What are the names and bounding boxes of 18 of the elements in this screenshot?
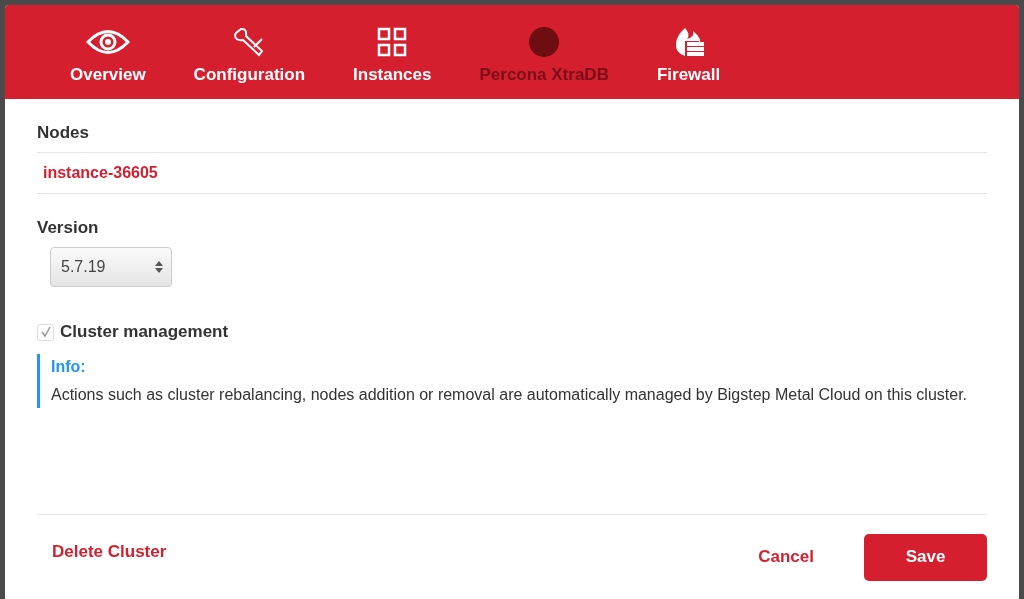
eye-icon (85, 27, 130, 57)
info-title: Info: (51, 358, 87, 376)
section-label: Nodes (37, 123, 90, 143)
info-text: Actions such as cluster rebalancing, nodes addition or removal are automatically managed by Bigstep Metal Cloud on this cluster. (51, 385, 969, 405)
tab[interactable]: Firewall (656, 5, 721, 99)
delete-button[interactable]: Delete Cluster (37, 542, 182, 562)
tab[interactable]: Instances (353, 5, 432, 99)
tab[interactable]: Configuration (193, 5, 306, 99)
stepper-icon (155, 260, 163, 274)
database-icon (529, 27, 560, 57)
version-select[interactable]: 5.7.19 (50, 247, 172, 287)
grid-icon (377, 27, 408, 57)
cancel-button[interactable]: Cancel (738, 547, 834, 567)
section-label: Version (37, 218, 100, 238)
node-link[interactable]: instance-36605 (37, 153, 987, 193)
tab[interactable]: Overview (70, 5, 146, 99)
save-button[interactable]: Save (864, 533, 987, 581)
checkbox-label: Cluster management (60, 322, 229, 342)
